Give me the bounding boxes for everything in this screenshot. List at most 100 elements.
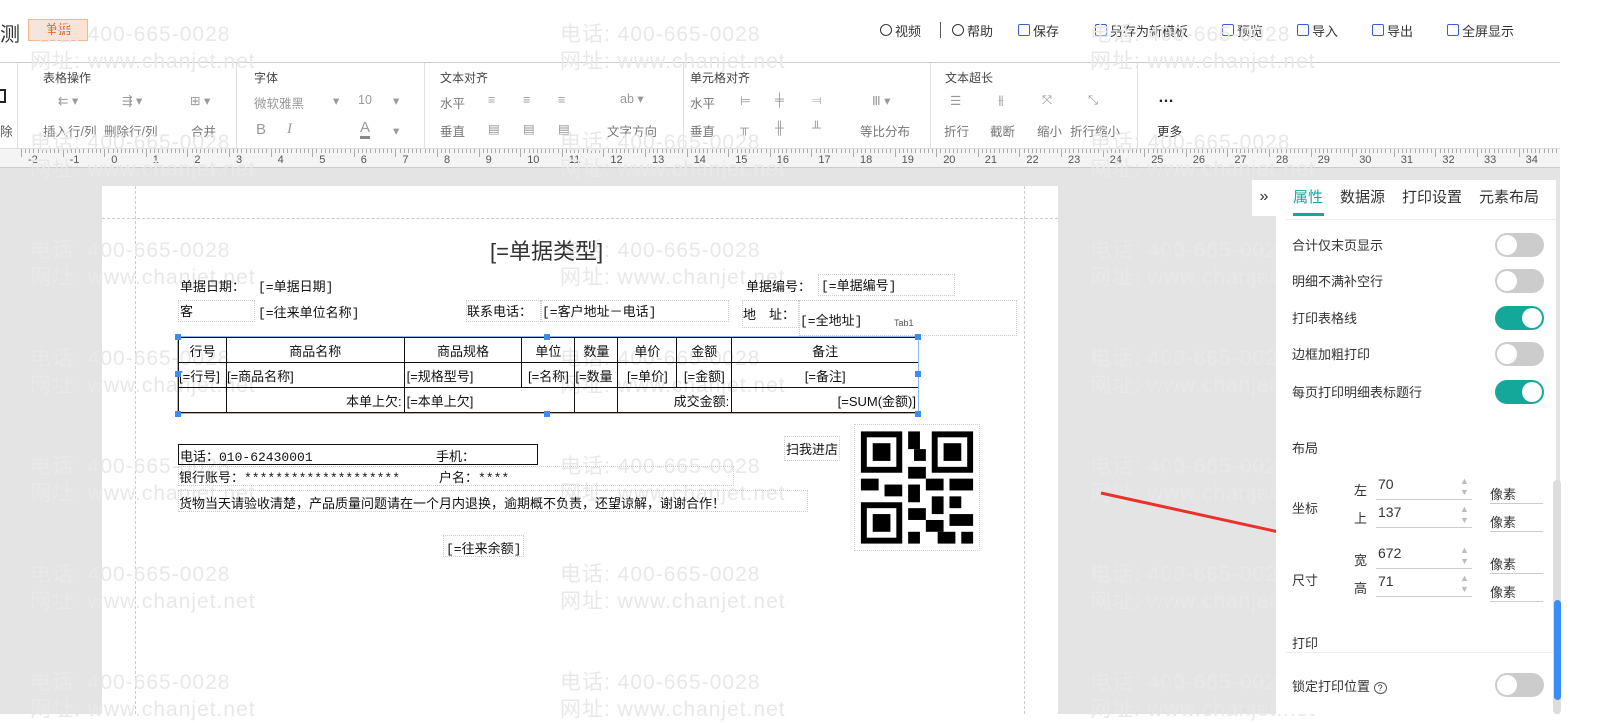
height-unit-select[interactable]: 像素 — [1490, 578, 1543, 602]
setting-toggle[interactable] — [1495, 269, 1544, 293]
data-cell[interactable]: [=规格型号] — [403, 362, 523, 388]
wrap-button[interactable]: 折行 — [944, 121, 969, 140]
header-cell[interactable]: 备注 — [731, 337, 919, 363]
text-direction-button[interactable]: 文字方向 — [607, 121, 657, 140]
setting-toggle[interactable] — [1495, 380, 1544, 404]
cell-align-center-icon[interactable]: ╪ — [775, 93, 784, 107]
fullscreen-button[interactable]: 全屏显示 — [1447, 20, 1514, 40]
height-input[interactable]: 71 — [1376, 573, 1472, 597]
empty-cell[interactable] — [574, 387, 619, 413]
tab-element-layout[interactable]: 元素布局 — [1479, 186, 1539, 207]
font-size-chevron-icon[interactable]: ▾ — [393, 93, 399, 108]
phone-field[interactable]: [=客户地址－电话] — [541, 300, 729, 322]
align-left-icon[interactable]: ≡ — [488, 93, 495, 107]
height-stepper-icon[interactable]: ▲ ▼ — [1460, 573, 1469, 595]
help-button[interactable]: 帮助 — [952, 20, 993, 40]
tab-datasource[interactable]: 数据源 — [1340, 186, 1385, 207]
merge-button[interactable]: 合并 — [191, 121, 216, 140]
save-as-template-button[interactable]: 另存为新模板 — [1095, 20, 1188, 40]
data-cell[interactable]: [=单价] — [617, 362, 678, 388]
save-button[interactable]: 保存 — [1018, 20, 1059, 40]
tel-text[interactable]: 电话：010-62430001 — [180, 446, 313, 465]
owe-label-cell[interactable]: 本单上欠: — [225, 387, 405, 413]
left-unit-select[interactable]: 像素 — [1490, 480, 1543, 504]
import-button[interactable]: 导入 — [1297, 20, 1338, 40]
data-cell[interactable]: [=行号] — [178, 362, 227, 388]
valign-middle-icon[interactable]: ▤ — [523, 121, 535, 136]
wrap-icon[interactable]: ☰ — [950, 93, 961, 108]
wrap-shrink-button[interactable]: 折行缩小 — [1070, 121, 1120, 140]
more-icon[interactable]: … — [1158, 89, 1174, 107]
deal-label-cell[interactable]: 成交金额: — [617, 387, 733, 413]
top-stepper-icon[interactable]: ▲ ▼ — [1460, 504, 1469, 526]
insert-row-col-icon[interactable]: ⇇ ▾ — [58, 93, 78, 108]
resize-handle[interactable] — [915, 411, 921, 417]
left-input[interactable]: 70 — [1376, 476, 1472, 500]
data-cell[interactable]: [=数量 — [574, 362, 619, 388]
more-button[interactable]: 更多 — [1157, 121, 1182, 140]
truncate-icon[interactable]: ⫵ — [998, 93, 1004, 108]
header-cell[interactable]: 金额 — [676, 337, 733, 363]
text-direction-icon[interactable]: ab ▾ — [620, 91, 644, 106]
align-center-icon[interactable]: ≡ — [523, 93, 530, 107]
cell-align-right-icon[interactable]: ⫤ — [812, 93, 821, 108]
shrink-icon[interactable]: ⤧ — [1042, 93, 1052, 108]
insert-row-col-button[interactable]: 插入行/列 — [43, 121, 96, 140]
tab-properties[interactable]: 属性 — [1293, 186, 1323, 207]
notice-text[interactable]: 货物当天请验收清楚，产品质量问题请在一个月内退换，逾期概不负责，还望谅解，谢谢合… — [178, 490, 808, 512]
shrink-button[interactable]: 缩小 — [1037, 121, 1062, 140]
collapse-panel-button[interactable]: » — [1252, 180, 1276, 216]
cell-valign-bottom-icon[interactable]: ╨ — [812, 121, 821, 135]
delete-row-col-icon[interactable]: ⇶ ▾ — [122, 93, 142, 108]
data-cell[interactable]: [=名称] — [521, 362, 576, 388]
header-cell[interactable]: 商品名称 — [225, 337, 405, 363]
resize-handle[interactable] — [175, 411, 181, 417]
account-name-text[interactable]: 户名：**** — [439, 467, 509, 486]
merge-icon[interactable]: ⊞ ▾ — [190, 93, 210, 108]
scrollbar-thumb[interactable] — [1554, 600, 1561, 700]
valign-top-icon[interactable]: ▤ — [488, 121, 500, 136]
font-color-chevron-icon[interactable]: ▾ — [393, 123, 399, 138]
customer-field[interactable]: [=往来单位名称] — [258, 302, 359, 321]
resize-handle[interactable] — [544, 411, 550, 417]
distribute-button[interactable]: 等比分布 — [860, 121, 910, 140]
bold-button[interactable]: B — [256, 121, 266, 138]
font-family-chevron-icon[interactable]: ▾ — [333, 93, 339, 108]
owe-value-cell[interactable]: [=本单上欠] — [403, 387, 576, 413]
top-unit-select[interactable]: 像素 — [1490, 508, 1543, 532]
empty-cell[interactable] — [178, 387, 227, 413]
help-icon[interactable]: ? — [1373, 682, 1387, 694]
top-input[interactable]: 137 — [1376, 504, 1472, 528]
distribute-icon[interactable]: Ⅲ ▾ — [872, 93, 890, 108]
header-cell[interactable]: 数量 — [574, 337, 619, 363]
cell-align-left-icon[interactable]: ⊨ — [740, 93, 751, 108]
data-cell[interactable]: [=商品名称] — [225, 362, 405, 388]
width-stepper-icon[interactable]: ▲ ▼ — [1460, 545, 1469, 567]
balance-field[interactable]: [=往来余额] — [443, 535, 525, 557]
cell-valign-middle-icon[interactable]: ╫ — [775, 121, 784, 135]
header-cell[interactable]: 单位 — [521, 337, 576, 363]
wrap-shrink-icon[interactable]: ⤡ — [1088, 93, 1098, 108]
cell-valign-top-icon[interactable]: ╥ — [740, 121, 749, 135]
deal-value-cell[interactable]: [=SUM(金额)] — [731, 387, 919, 413]
date-field[interactable]: [=单据日期] — [258, 276, 333, 295]
align-right-icon[interactable]: ≡ — [558, 93, 565, 107]
detail-table[interactable]: 行号 商品名称 商品规格 单位 数量 单价 金额 备注 [=行号] [=商品名称… — [178, 337, 919, 413]
video-button[interactable]: 视频 — [880, 20, 921, 40]
width-input[interactable]: 672 — [1376, 545, 1472, 569]
data-cell[interactable]: [=金额] — [676, 362, 733, 388]
width-unit-select[interactable]: 像素 — [1490, 550, 1543, 574]
preview-button[interactable]: 预览 — [1222, 20, 1263, 40]
font-family-select[interactable]: 微软雅黑 — [254, 93, 304, 112]
resize-handle[interactable] — [175, 334, 181, 340]
left-stepper-icon[interactable]: ▲ ▼ — [1460, 476, 1469, 498]
mobile-text[interactable]: 手机： — [436, 446, 475, 465]
resize-handle[interactable] — [175, 371, 181, 377]
doc-title-field[interactable]: [=单据类型] — [490, 234, 603, 266]
header-cell[interactable]: 单价 — [617, 337, 678, 363]
tab-print-settings[interactable]: 打印设置 — [1402, 186, 1462, 207]
header-cell[interactable]: 商品规格 — [403, 337, 523, 363]
data-cell[interactable]: [=备注] — [731, 362, 919, 388]
number-field[interactable]: [=单据编号] — [818, 274, 955, 296]
export-button[interactable]: 导出 — [1372, 20, 1413, 40]
